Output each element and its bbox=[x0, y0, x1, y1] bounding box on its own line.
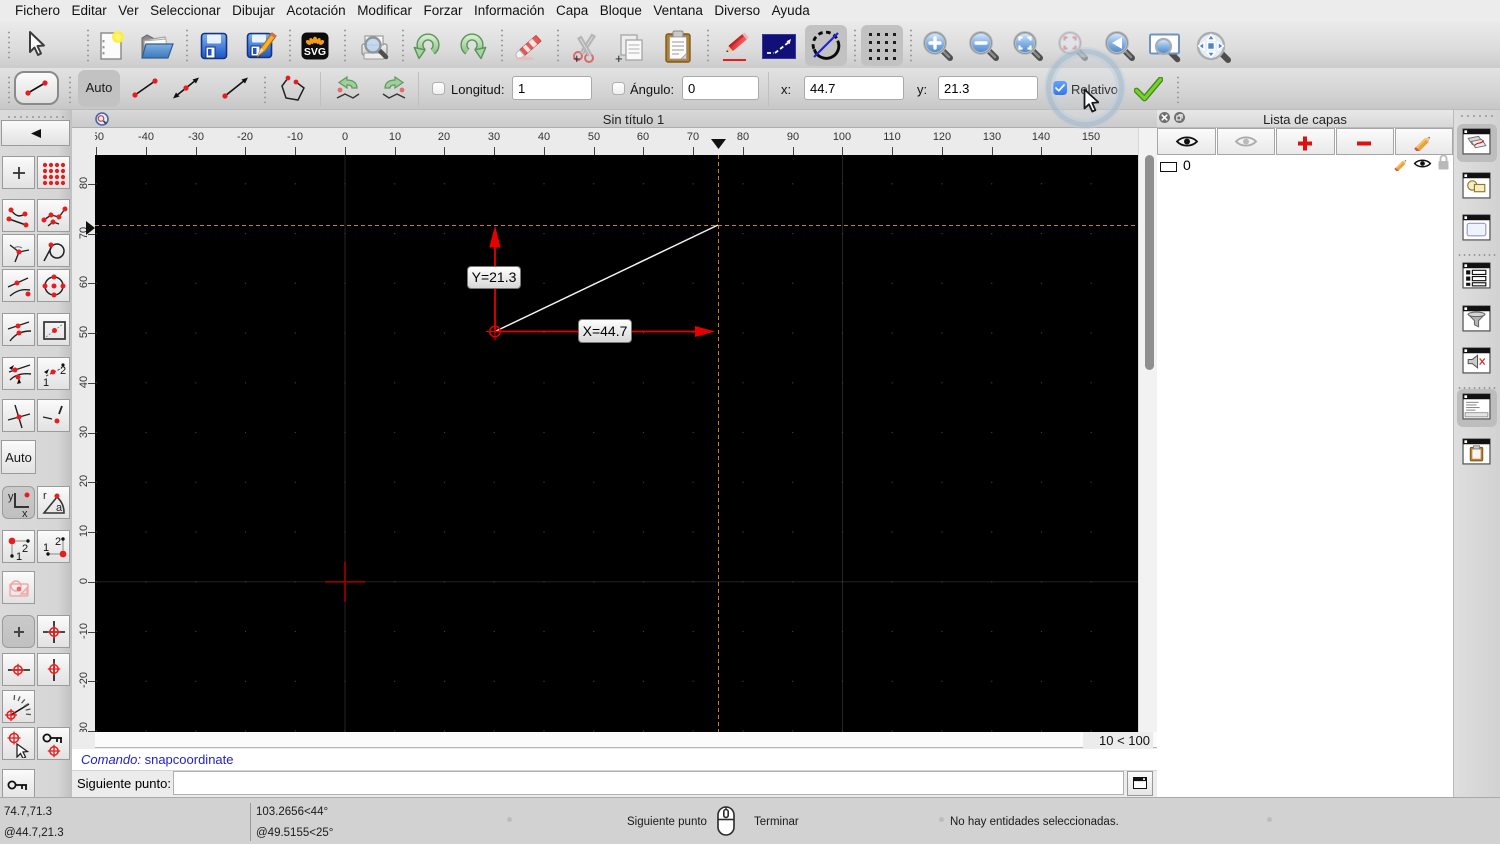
svg-text:2: 2 bbox=[22, 543, 28, 555]
svg-text:SVG: SVG bbox=[304, 46, 326, 58]
svg-text:1: 1 bbox=[43, 377, 49, 388]
svg-text:+: + bbox=[573, 51, 581, 64]
svg-text:y: y bbox=[8, 491, 14, 503]
svg-text:r: r bbox=[43, 490, 47, 502]
svg-text:+: + bbox=[615, 51, 623, 63]
svg-text:x: x bbox=[22, 508, 28, 517]
svg-text:1: 1 bbox=[43, 542, 49, 554]
svg-text:a: a bbox=[56, 502, 63, 514]
svg-text:2: 2 bbox=[55, 536, 61, 548]
svg-text:2: 2 bbox=[60, 365, 66, 377]
